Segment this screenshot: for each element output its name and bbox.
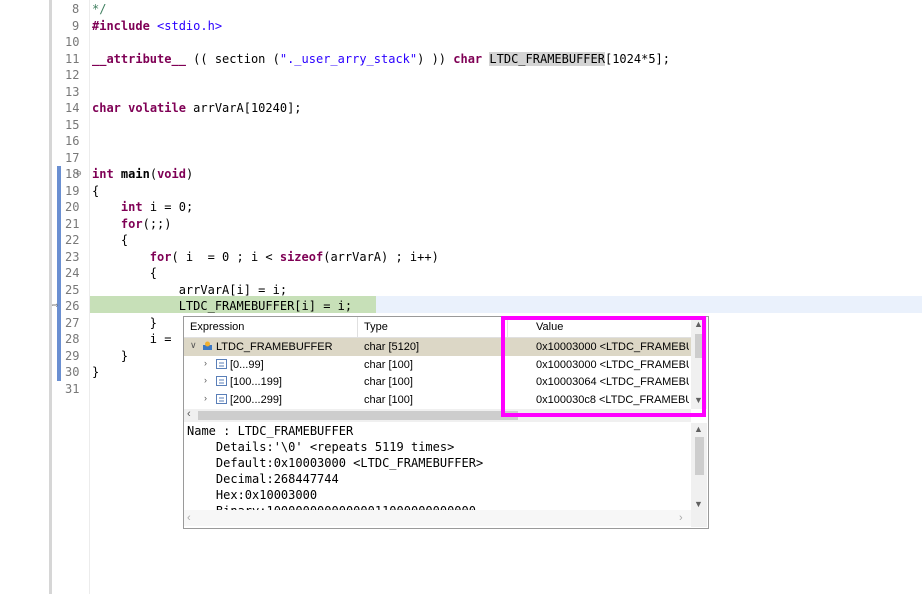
fold-icon[interactable]: ⊖ (76, 166, 81, 183)
change-marker (57, 215, 61, 232)
value-column-highlight-box (501, 316, 706, 417)
left-panel-strip (0, 0, 49, 594)
expression-cell: [0...99] (230, 358, 264, 371)
details-pane[interactable]: Name : LTDC_FRAMEBUFFER Details:'\0' <re… (184, 423, 691, 510)
line-number: 31 (65, 381, 80, 396)
line-number: 28 (65, 332, 80, 346)
line-number: 20 (65, 200, 80, 214)
expand-chevron-right-icon[interactable]: › (204, 358, 207, 368)
details-horizontal-scrollbar[interactable]: ‹ › (184, 510, 691, 526)
change-marker (57, 232, 61, 249)
code-text: } (92, 315, 158, 330)
code-text: char volatile arrVarA[10240]; (92, 101, 302, 115)
type-cell: char [5120] (364, 341, 420, 353)
horizontal-scroll-thumb[interactable] (198, 411, 518, 420)
details-scroll-thumb[interactable] (695, 437, 704, 475)
code-text: } (92, 348, 129, 363)
details-scroll-left-icon[interactable]: ‹ (187, 512, 191, 524)
code-text: int main(void) (92, 167, 194, 181)
change-marker (57, 199, 61, 216)
code-text: */ (92, 2, 107, 16)
line-number: 27 (65, 315, 80, 330)
line-number: 11 (65, 51, 80, 66)
change-marker (57, 331, 61, 348)
detail-line: Details:'\0' <repeats 5119 times> (187, 440, 455, 454)
detail-line: Binary:10000000000000011000000000000 (184, 503, 691, 510)
line-number: 23 (65, 249, 80, 264)
array-range-icon (216, 376, 227, 386)
array-range-icon (216, 393, 227, 404)
change-marker (57, 347, 61, 364)
change-marker (57, 314, 61, 331)
change-marker (57, 281, 61, 298)
code-text: arrVarA[i] = i; (92, 282, 288, 297)
detail-line: Hex:0x10003000 (187, 488, 318, 502)
line-number: 15 (65, 117, 80, 132)
code-text: { (92, 183, 100, 198)
column-type[interactable]: Type (364, 321, 388, 333)
expand-chevron-down-icon[interactable]: ∨ (190, 340, 197, 351)
detail-line: Default:0x10003000 <LTDC_FRAMEBUFFER> (187, 456, 484, 470)
code-text: i = (92, 332, 179, 346)
line-number: 21 (65, 216, 80, 231)
detail-line: Decimal:268447744 (187, 472, 339, 486)
line-number: 17 (65, 150, 80, 165)
expression-cell: [100...199] (230, 376, 282, 388)
details-vertical-scrollbar[interactable]: ▲ ▼ (691, 423, 707, 527)
type-cell: char [100] (364, 376, 413, 388)
type-cell: char [100] (364, 393, 413, 406)
code-text: for(;;) (120, 216, 172, 231)
line-number: 13 (65, 84, 80, 99)
details-scroll-right-icon[interactable]: › (679, 512, 683, 524)
line-number: 24 (65, 266, 80, 280)
code-text: { (92, 233, 129, 247)
line-number: 25 (65, 282, 80, 297)
column-expression[interactable]: Expression (190, 321, 244, 333)
variable-icon (202, 341, 213, 351)
code-text: for( i = 0 ; i < sizeof(arrVarA) ; i++) (149, 249, 439, 264)
code-text: #include <stdio.h> (92, 18, 223, 33)
details-scroll-up-icon[interactable]: ▲ (694, 424, 703, 434)
line-number: 29 (65, 348, 80, 363)
expression-cell: [200...299] (230, 393, 282, 406)
scroll-left-icon[interactable]: ‹ (187, 408, 191, 420)
line-number: 22 (65, 233, 80, 247)
instruction-pointer-icon: ⇨ (52, 300, 59, 311)
line-number: 19 (65, 183, 80, 198)
code-text: LTDC_FRAMEBUFFER[i] = i; (92, 299, 353, 313)
code-text: __attribute__ (( section ("._user_arry_s… (92, 51, 671, 66)
type-cell: char [100] (364, 358, 413, 371)
detail-line: Name : LTDC_FRAMEBUFFER (187, 424, 354, 438)
change-marker (57, 166, 61, 183)
change-marker (57, 248, 61, 265)
details-scroll-down-icon[interactable]: ▼ (694, 499, 703, 509)
line-number: 26 (65, 299, 80, 313)
expression-cell: LTDC_FRAMEBUFFER (216, 341, 333, 353)
array-range-icon (216, 358, 227, 369)
line-number: 10 (65, 35, 80, 49)
change-marker (57, 265, 61, 282)
change-marker (57, 182, 61, 199)
code-text: int i = 0; (120, 200, 194, 214)
expand-chevron-right-icon[interactable]: › (204, 393, 207, 403)
line-number: 12 (65, 68, 80, 82)
code-text: } (92, 365, 100, 379)
code-text: { (92, 266, 158, 280)
expand-chevron-right-icon[interactable]: › (204, 375, 207, 385)
line-number: 16 (65, 134, 80, 148)
line-number: 14 (65, 101, 80, 115)
change-marker (57, 364, 61, 381)
line-number: 30 (65, 365, 80, 379)
